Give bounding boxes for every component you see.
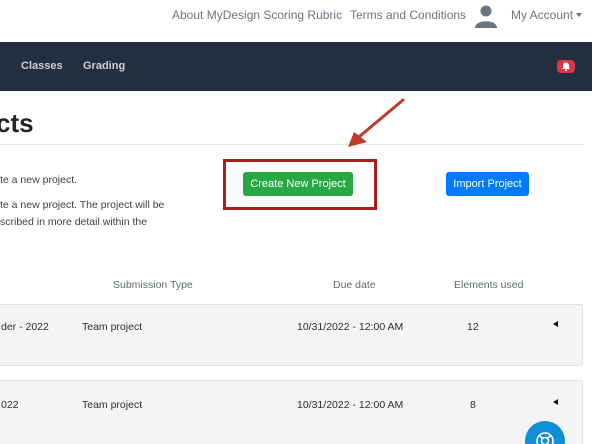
bell-icon — [562, 62, 570, 72]
import-project-description-line-1: te a new project. The project will be — [0, 199, 165, 211]
title-divider — [0, 144, 583, 145]
terms-link[interactable]: Terms and Conditions — [350, 8, 466, 22]
expand-caret-icon[interactable] — [553, 321, 558, 327]
expand-caret-icon[interactable] — [553, 399, 558, 405]
lifebuoy-icon — [536, 432, 554, 444]
my-account-menu[interactable]: My Account — [511, 8, 583, 22]
project-name: 022 — [1, 399, 19, 411]
caret-down-icon — [576, 13, 583, 17]
project-row[interactable]: der - 2022 Team project 10/31/2022 - 12:… — [0, 304, 583, 366]
submission-type: Team project — [82, 321, 143, 333]
column-header-submission-type[interactable]: Submission Type — [113, 279, 193, 291]
about-link[interactable]: About MyDesign Scoring Rubric — [172, 8, 342, 22]
import-project-description-line-2: scribed in more detail within the — [0, 216, 148, 228]
user-silhouette-icon[interactable] — [475, 4, 497, 28]
elements-used: 12 — [467, 321, 479, 333]
my-account-label: My Account — [511, 8, 574, 22]
notification-button[interactable] — [557, 60, 575, 73]
submission-type: Team project — [82, 399, 143, 411]
project-row[interactable]: 022 Team project 10/31/2022 - 12:00 AM 8 — [0, 380, 583, 444]
page-title: cts — [0, 108, 34, 138]
nav-item-grading[interactable]: Grading — [83, 60, 125, 72]
import-project-button[interactable]: Import Project — [446, 172, 529, 196]
due-date: 10/31/2022 - 12:00 AM — [297, 399, 404, 411]
top-utility-bar: About MyDesign Scoring Rubric Terms and … — [0, 0, 592, 42]
nav-item-classes[interactable]: Classes — [21, 60, 63, 72]
column-header-elements-used[interactable]: Elements used — [454, 279, 523, 291]
create-project-description: te a new project. — [0, 174, 78, 186]
due-date: 10/31/2022 - 12:00 AM — [297, 321, 404, 333]
highlight-box — [223, 159, 377, 210]
arrow-down-left-icon — [348, 98, 405, 147]
elements-used: 8 — [470, 399, 476, 411]
main-navbar: Classes Grading — [0, 42, 592, 91]
project-name: der - 2022 — [1, 321, 49, 333]
column-header-due-date[interactable]: Due date — [333, 279, 376, 291]
